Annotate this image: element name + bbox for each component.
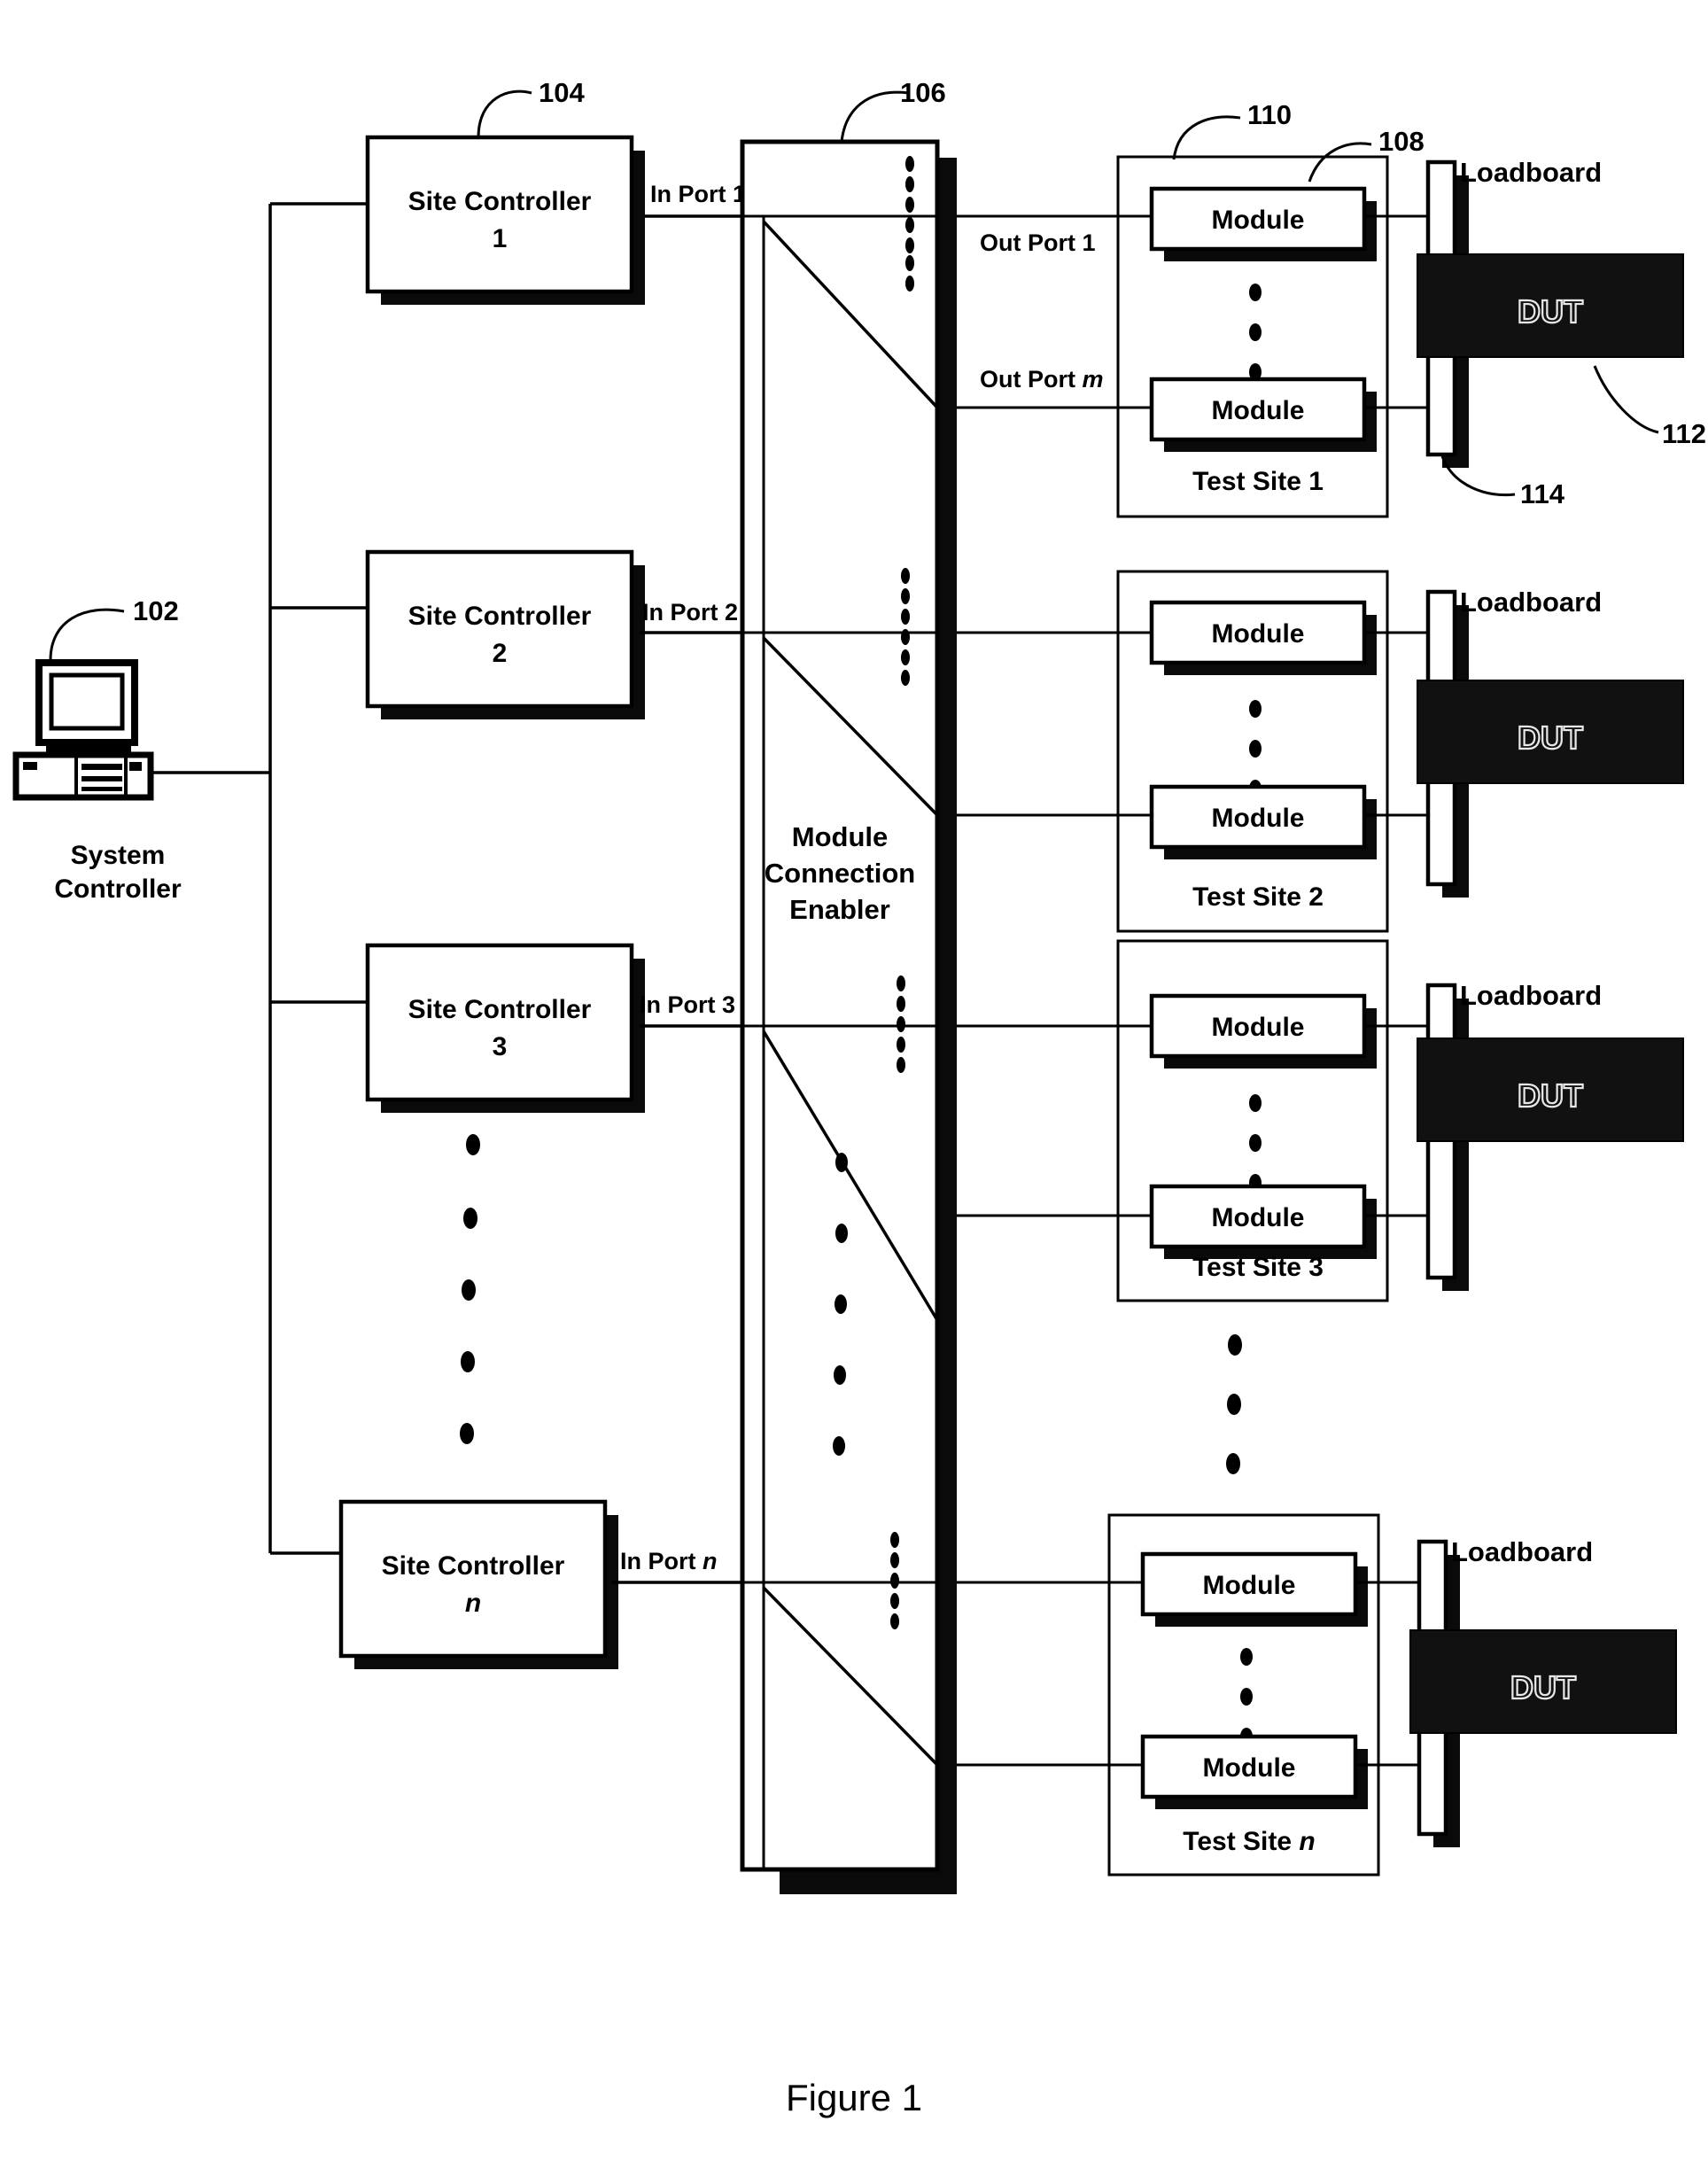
leader-line-112 <box>1593 365 1659 434</box>
site-controller-2-group[interactable]: Site Controller 2 <box>365 549 645 719</box>
leader-line-104 <box>477 89 532 138</box>
test-site-2-module-ellipsis <box>1249 700 1262 797</box>
test-site-2-dut-label: DUT <box>1518 719 1583 756</box>
test-site-n-group[interactable]: Module Module Test Site n Loadboard DUT <box>1107 1513 1677 1877</box>
in-port-1-label: In Port 1 <box>650 181 746 207</box>
test-site-2-title: Test Site 2 <box>1192 882 1324 912</box>
test-site-2-loadboard-label: Loadboard <box>1460 587 1602 618</box>
ref-number-114: 114 <box>1520 478 1565 509</box>
site-controller-1-label-line2: 1 <box>493 224 508 253</box>
system-controller-group: 102 System Controller <box>12 595 182 904</box>
ref-number-110: 110 <box>1247 99 1292 130</box>
test-site-1-group[interactable]: 110 108 Module Module Test Site 1 Loadbo… <box>1116 99 1706 518</box>
ref-number-108: 108 <box>1378 126 1425 157</box>
leader-line-102 <box>49 608 125 661</box>
in-port-2-label: In Port 2 <box>642 599 738 626</box>
test-site-1-dut-label: DUT <box>1518 293 1583 330</box>
leader-line-110 <box>1172 115 1241 160</box>
patent-figure-page: 102 System Controller 104 Site Controlle… <box>0 0 1708 2176</box>
ref-number-106: 106 <box>900 77 946 108</box>
site-controller-3-label-line1: Site Controller <box>408 995 592 1024</box>
out-port-1-label: Out Port 1 <box>980 229 1096 256</box>
site-controller-2-label-line1: Site Controller <box>408 602 592 631</box>
ref-number-104: 104 <box>539 77 585 108</box>
site-controller-ellipsis <box>460 1134 480 1444</box>
in-port-n-label: In Port n <box>620 1548 718 1574</box>
ref-number-102: 102 <box>133 595 179 626</box>
test-site-1-title: Test Site 1 <box>1192 467 1324 496</box>
test-site-3-group[interactable]: Module Module Test Site 3 Loadboard DUT <box>1116 939 1684 1302</box>
ref-number-112: 112 <box>1662 418 1706 449</box>
site-controller-3-label-line2: 3 <box>493 1032 508 1061</box>
site-controller-n-group[interactable]: Site Controller n <box>338 1499 618 1669</box>
test-site-1-module-1-label: Module <box>1212 206 1305 235</box>
system-bus <box>151 202 368 1555</box>
leader-line-108 <box>1308 142 1372 183</box>
test-site-n-loadboard-label: Loadboard <box>1451 1536 1593 1567</box>
figure-caption: Figure 1 <box>786 2077 922 2118</box>
site-controller-n-label-line1: Site Controller <box>382 1551 565 1581</box>
mce-label-line2: Connection <box>765 858 916 889</box>
test-site-n-title: Test Site n <box>1183 1827 1315 1856</box>
test-site-3-module-1-label: Module <box>1212 1013 1305 1042</box>
site-controller-1-group[interactable]: 104 Site Controller 1 <box>365 77 645 305</box>
test-site-2-group[interactable]: Module Module Test Site 2 Loadboard DUT <box>1116 570 1684 933</box>
desktop-computer-icon <box>12 659 154 801</box>
test-site-3-title: Test Site 3 <box>1192 1253 1324 1282</box>
test-site-1-loadboard-label: Loadboard <box>1460 157 1602 188</box>
module-connection-enabler-group[interactable]: 106 Module Connection Enabler <box>740 77 957 1894</box>
test-site-1-module-ellipsis <box>1249 284 1262 381</box>
test-site-2-module-1-label: Module <box>1212 619 1305 649</box>
leader-line-106 <box>840 90 909 143</box>
test-site-2-module-2-label: Module <box>1212 804 1305 833</box>
test-site-3-loadboard-label: Loadboard <box>1460 980 1602 1011</box>
mce-label-line3: Enabler <box>789 894 890 925</box>
in-port-3-label: In Port 3 <box>640 991 735 1018</box>
site-controller-3-group[interactable]: Site Controller 3 <box>365 943 645 1113</box>
test-site-3-dut-label: DUT <box>1518 1077 1583 1114</box>
test-site-ellipsis <box>1226 1334 1242 1474</box>
test-site-n-module-ellipsis <box>1240 1648 1253 1745</box>
test-site-3-module-2-label: Module <box>1212 1203 1305 1232</box>
module-connection-enabler-box[interactable] <box>740 139 940 1872</box>
system-controller-label-line2: Controller <box>54 874 182 904</box>
test-site-n-module-1-label: Module <box>1203 1571 1296 1600</box>
test-site-3-module-ellipsis <box>1249 1094 1262 1192</box>
mce-label-line1: Module <box>792 821 889 852</box>
system-controller-label-line1: System <box>71 841 166 870</box>
site-controller-2-label-line2: 2 <box>493 639 508 668</box>
out-port-m-label: Out Port m <box>980 366 1104 392</box>
test-site-n-dut-label: DUT <box>1510 1669 1576 1706</box>
site-controller-1-label-line1: Site Controller <box>408 187 592 216</box>
test-site-1-module-2-label: Module <box>1212 396 1305 425</box>
figure-1-block-diagram: 102 System Controller 104 Site Controlle… <box>12 77 1706 2118</box>
site-controller-n-label-line2: n <box>465 1589 481 1618</box>
test-site-n-module-2-label: Module <box>1203 1753 1296 1783</box>
